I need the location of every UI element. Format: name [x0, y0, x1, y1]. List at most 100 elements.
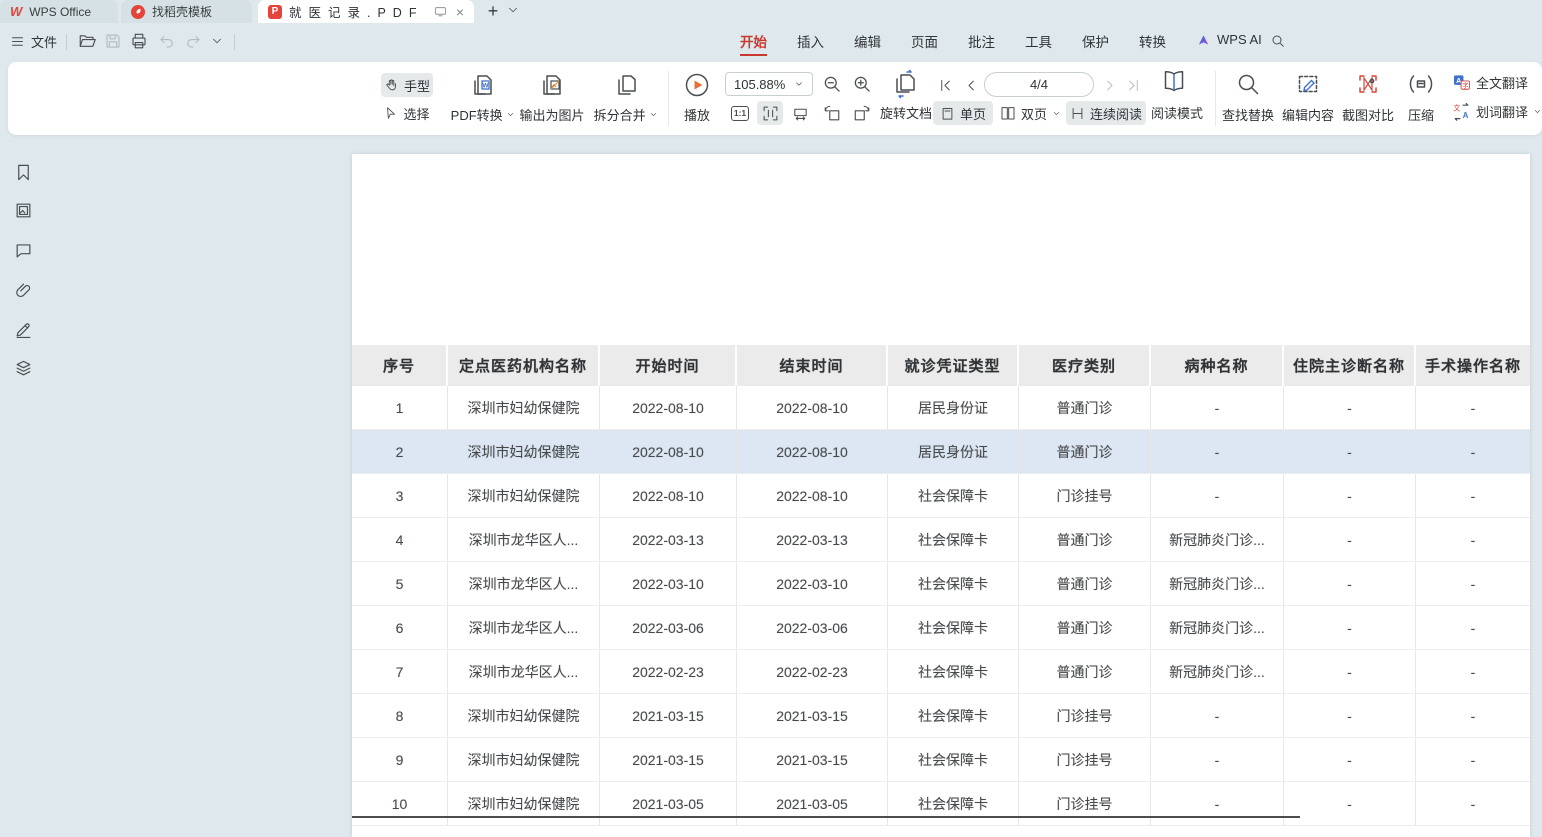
- read-mode-label[interactable]: 阅读模式: [1151, 103, 1203, 122]
- table-cell: -: [1284, 386, 1416, 429]
- continuous-read-button[interactable]: 连续阅读: [1066, 101, 1146, 125]
- table-row[interactable]: 5深圳市龙华区人...2022-03-102022-03-10社会保障卡普通门诊…: [352, 562, 1530, 606]
- table-cell: 新冠肺炎门诊...: [1151, 650, 1284, 693]
- screenshot-compare-button[interactable]: 截图对比: [1340, 72, 1396, 124]
- table-row[interactable]: 4深圳市龙华区人...2022-03-132022-03-13社会保障卡普通门诊…: [352, 518, 1530, 562]
- menu-tab-convert[interactable]: 转换: [1139, 32, 1166, 54]
- redo-button[interactable]: [184, 28, 202, 54]
- edit-content-button[interactable]: 编辑内容: [1280, 72, 1336, 124]
- play-button[interactable]: 播放: [674, 72, 720, 124]
- table-cell: 新冠肺炎门诊...: [1151, 518, 1284, 561]
- comment-panel-icon[interactable]: [11, 238, 35, 262]
- next-page-button[interactable]: [1100, 76, 1118, 94]
- menu-tab-protect[interactable]: 保护: [1082, 32, 1109, 54]
- menu-tab-insert[interactable]: 插入: [797, 32, 824, 54]
- save-button[interactable]: [104, 28, 122, 54]
- bookmark-panel-icon[interactable]: [11, 160, 35, 184]
- rotate-document-icon[interactable]: [890, 69, 920, 99]
- table-cell: -: [1416, 518, 1530, 561]
- table-row[interactable]: 2深圳市妇幼保健院2022-08-102022-08-10居民身份证普通门诊--…: [352, 430, 1530, 474]
- full-translation-button[interactable]: A 字 全文翻译: [1452, 73, 1528, 92]
- pdf-convert-button[interactable]: W PDF转换: [444, 72, 522, 124]
- rotate-document-label[interactable]: 旋转文档: [880, 103, 932, 122]
- undo-button[interactable]: [158, 28, 176, 54]
- single-page-button[interactable]: 单页: [933, 101, 993, 125]
- fit-page-icon: [762, 105, 779, 122]
- rotate-right-button[interactable]: [849, 101, 875, 125]
- divider: [234, 34, 235, 50]
- close-tab-icon[interactable]: ×: [456, 5, 464, 19]
- split-merge-button[interactable]: 拆分合并: [588, 72, 664, 124]
- hand-tool-button[interactable]: 手型: [381, 73, 433, 97]
- menu-tab-home[interactable]: 开始: [740, 32, 767, 56]
- previous-page-button[interactable]: [962, 76, 980, 94]
- table-cell: -: [1284, 694, 1416, 737]
- table-row[interactable]: 10深圳市妇幼保健院2021-03-052021-03-05社会保障卡门诊挂号-…: [352, 782, 1530, 826]
- table-row[interactable]: 6深圳市龙华区人...2022-03-062022-03-06社会保障卡普通门诊…: [352, 606, 1530, 650]
- full-translation-icon: A 字: [1452, 73, 1471, 92]
- wps-logo-icon: W: [10, 5, 22, 18]
- file-menu-button[interactable]: 文件: [10, 28, 57, 54]
- table-row[interactable]: 8深圳市妇幼保健院2021-03-152021-03-15社会保障卡门诊挂号--…: [352, 694, 1530, 738]
- menu-tab-edit[interactable]: 编辑: [854, 32, 881, 54]
- table-cell: -: [1416, 430, 1530, 473]
- fit-width-button[interactable]: [787, 101, 813, 125]
- chevron-down-icon: [1533, 107, 1542, 116]
- read-mode-icon[interactable]: [1160, 68, 1188, 96]
- layers-panel-icon[interactable]: [11, 356, 35, 380]
- tab-docer-templates[interactable]: 找稻壳模板: [121, 0, 252, 23]
- double-page-button[interactable]: 双页: [1000, 101, 1061, 125]
- rotate-left-button[interactable]: [819, 101, 845, 125]
- table-cell: 2: [352, 430, 448, 473]
- table-cell: 门诊挂号: [1019, 738, 1151, 781]
- table-row[interactable]: 1深圳市妇幼保健院2022-08-102022-08-10居民身份证普通门诊--…: [352, 386, 1530, 430]
- page-number-input[interactable]: 4/4: [984, 72, 1094, 97]
- search-menu-icon[interactable]: [1270, 28, 1286, 54]
- table-cell: 普通门诊: [1019, 518, 1151, 561]
- table-cell: 社会保障卡: [888, 562, 1019, 605]
- actual-size-button[interactable]: 1:1: [727, 101, 753, 125]
- zoom-out-button[interactable]: [822, 74, 842, 94]
- tab-list-chevron-icon[interactable]: [506, 3, 520, 17]
- tab-wps-home[interactable]: W WPS Office: [0, 0, 118, 23]
- compress-button[interactable]: 压缩: [1400, 72, 1442, 124]
- table-cell: -: [1284, 562, 1416, 605]
- table-cell: -: [1284, 474, 1416, 517]
- table-cell: 深圳市妇幼保健院: [448, 738, 600, 781]
- fit-page-button[interactable]: [757, 101, 783, 125]
- first-page-button[interactable]: [936, 76, 954, 94]
- table-cell: 社会保障卡: [888, 650, 1019, 693]
- annotate-pen-panel-icon[interactable]: [11, 317, 35, 341]
- find-replace-button[interactable]: 查找替换: [1220, 72, 1276, 124]
- zoom-in-button[interactable]: [852, 74, 872, 94]
- new-tab-button[interactable]: +: [482, 0, 504, 22]
- table-cell: 门诊挂号: [1019, 694, 1151, 737]
- open-file-button[interactable]: [78, 28, 96, 54]
- toolbar-more-chevron-icon[interactable]: [210, 28, 224, 54]
- select-tool-button[interactable]: 选择: [381, 101, 433, 125]
- export-image-button[interactable]: 输出为图片: [516, 72, 588, 124]
- print-button[interactable]: [130, 28, 148, 54]
- pdf-page[interactable]: 序号定点医药机构名称开始时间结束时间就诊凭证类型医疗类别病种名称住院主诊断名称手…: [352, 154, 1530, 837]
- table-row[interactable]: 3深圳市妇幼保健院2022-08-102022-08-10社会保障卡门诊挂号--…: [352, 474, 1530, 518]
- last-page-button[interactable]: [1124, 76, 1142, 94]
- table-cell: 普通门诊: [1019, 650, 1151, 693]
- wps-ai-button[interactable]: WPS AI: [1196, 32, 1262, 47]
- table-cell: -: [1416, 782, 1530, 825]
- menu-tab-page[interactable]: 页面: [911, 32, 938, 54]
- table-row[interactable]: 9深圳市妇幼保健院2021-03-152021-03-15社会保障卡门诊挂号--…: [352, 738, 1530, 782]
- table-cell: 普通门诊: [1019, 430, 1151, 473]
- table-cell: 居民身份证: [888, 430, 1019, 473]
- tab-document-active[interactable]: P 就医记录.PDF ×: [258, 0, 474, 23]
- word-translation-button[interactable]: 文 A 划词翻译: [1452, 102, 1542, 121]
- menu-tab-tools[interactable]: 工具: [1025, 32, 1052, 54]
- table-cell: 2022-03-10: [600, 562, 737, 605]
- table-row[interactable]: 7深圳市龙华区人...2022-02-232022-02-23社会保障卡普通门诊…: [352, 650, 1530, 694]
- zoom-level-select[interactable]: 105.88%: [725, 72, 813, 96]
- play-label: 播放: [684, 105, 710, 124]
- thumbnail-panel-icon[interactable]: [11, 198, 35, 222]
- attachment-panel-icon[interactable]: [11, 278, 35, 302]
- menu-tab-comment[interactable]: 批注: [968, 32, 995, 54]
- table-cell: 新冠肺炎门诊...: [1151, 562, 1284, 605]
- monitor-icon[interactable]: [434, 5, 447, 18]
